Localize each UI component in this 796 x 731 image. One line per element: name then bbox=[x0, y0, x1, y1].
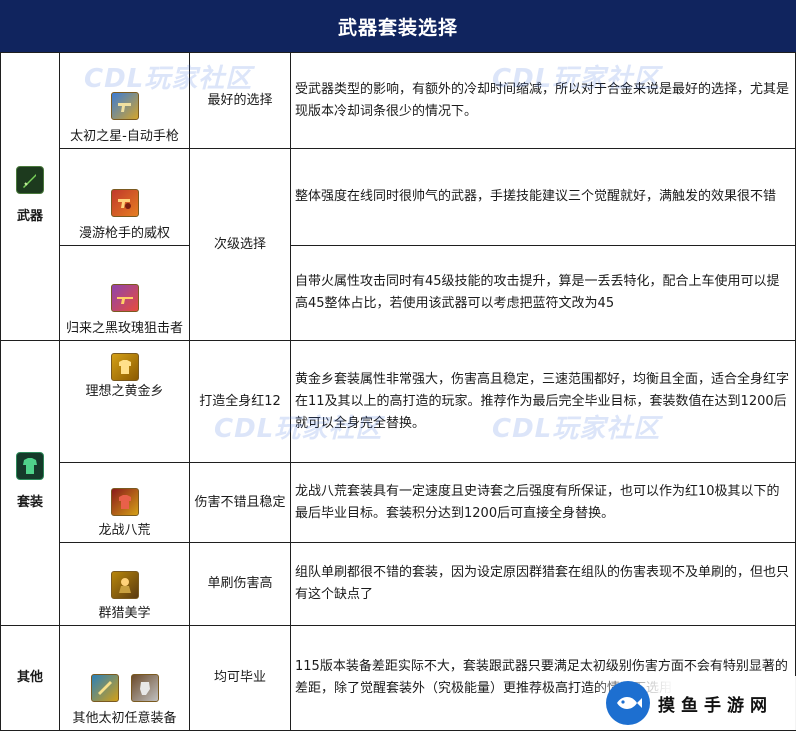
logo-text: 摸鱼手游网 bbox=[658, 695, 773, 716]
item-name: 群猎美学 bbox=[98, 605, 151, 621]
table-row: 套装 理想之黄金乡 打造全身红12 黄金乡套装属性非常强大，伤害高且稳定，三速范… bbox=[0, 340, 796, 626]
item-cell: 龙战八荒 bbox=[59, 462, 190, 543]
item-name: 其他太初任意装备 bbox=[72, 710, 177, 726]
item-cell: 漫游枪手的威权 bbox=[59, 148, 190, 246]
description-cell: 自带火属性攻击同时有45级技能的攻击提升，算是一丢丢特化，配合上车使用可以提高4… bbox=[290, 245, 796, 341]
table-row: 武器 太初之星-自动手枪 最好的选择 受武器类型的影响，有额外的冷却时间缩减，所… bbox=[0, 52, 796, 341]
pistol-icon bbox=[110, 91, 139, 120]
category-cell-set: 套装 bbox=[0, 340, 60, 626]
primal-gear-icon bbox=[90, 673, 119, 702]
sword-icon bbox=[16, 165, 44, 194]
armor-icon bbox=[16, 452, 44, 480]
item-cell: 理想之黄金乡 bbox=[59, 340, 190, 463]
item-name: 归来之黑玫瑰狙击者 bbox=[65, 320, 183, 336]
fish-logo-icon bbox=[606, 681, 650, 725]
table-row: 归来之黑玫瑰狙击者 自带火属性攻击同时有45级技能的攻击提升，算是一丢丢特化，配… bbox=[1, 245, 796, 341]
hunter-armor-icon bbox=[110, 570, 139, 599]
item-cell: 太初之星-自动手枪 bbox=[59, 52, 190, 149]
table-row: 群猎美学 单刷伤害高 组队单刷都很不错的套装，因为设定原因群猎套在组队的伤害表现… bbox=[1, 542, 796, 626]
revolver-icon bbox=[110, 188, 139, 217]
note-cell: 次级选择 bbox=[189, 148, 291, 341]
note-cell: 伤害不错且稳定 bbox=[189, 462, 291, 543]
description-cell: 整体强度在线同时很帅气的武器，手搓技能建议三个觉醒就好，满触发的效果很不错 bbox=[290, 148, 796, 246]
item-name: 理想之黄金乡 bbox=[85, 384, 164, 399]
item-cell: 其他太初任意装备 bbox=[59, 625, 190, 731]
gauntlet-icon bbox=[130, 673, 159, 702]
table-row: 龙战八荒 伤害不错且稳定 龙战八荒套装具有一定速度且史诗套之后强度有所保证，也可… bbox=[1, 462, 796, 543]
note-cell: 均可毕业 bbox=[189, 625, 291, 731]
category-cell-other: 其他 bbox=[0, 625, 60, 731]
category-label: 套装 bbox=[16, 495, 43, 510]
description-cell: 组队单刷都很不错的套装，因为设定原因群猎套在组队的伤害表现不及单刷的，但也只有这… bbox=[290, 542, 796, 626]
page-title: 武器套装选择 bbox=[0, 0, 796, 52]
note-cell: 打造全身红12 bbox=[189, 340, 291, 463]
description-cell: 龙战八荒套装具有一定速度且史诗套之后强度有所保证，也可以作为红10极其以下的最后… bbox=[290, 462, 796, 543]
site-logo: 摸鱼手游网 bbox=[598, 676, 796, 730]
item-cell: 群猎美学 bbox=[59, 542, 190, 626]
gold-armor-icon bbox=[110, 353, 139, 381]
note-cell: 单刷伤害高 bbox=[189, 542, 291, 626]
category-label: 武器 bbox=[16, 208, 43, 224]
item-name: 太初之星-自动手枪 bbox=[70, 128, 179, 144]
table-row: 漫游枪手的威权 次级选择 整体强度在线同时很帅气的武器，手搓技能建议三个觉醒就好… bbox=[1, 148, 796, 341]
category-cell-weapon: 武器 bbox=[0, 52, 60, 341]
description-cell: 受武器类型的影响，有额外的冷却时间缩减，所以对于合金来说是最好的选择，尤其是现版… bbox=[290, 52, 796, 149]
note-cell: 最好的选择 bbox=[189, 52, 291, 149]
sniper-icon bbox=[110, 283, 139, 312]
equipment-table: 武器 太初之星-自动手枪 最好的选择 受武器类型的影响，有额外的冷却时间缩减，所… bbox=[0, 52, 796, 731]
dragon-armor-icon bbox=[110, 487, 139, 516]
item-cell: 归来之黑玫瑰狙击者 bbox=[59, 245, 190, 341]
item-name: 龙战八荒 bbox=[98, 522, 151, 538]
item-name: 漫游枪手的威权 bbox=[78, 225, 170, 241]
description-cell: 黄金乡套装属性非常强大，伤害高且稳定，三速范围都好，均衡且全面，适合全身红字在1… bbox=[290, 340, 796, 463]
